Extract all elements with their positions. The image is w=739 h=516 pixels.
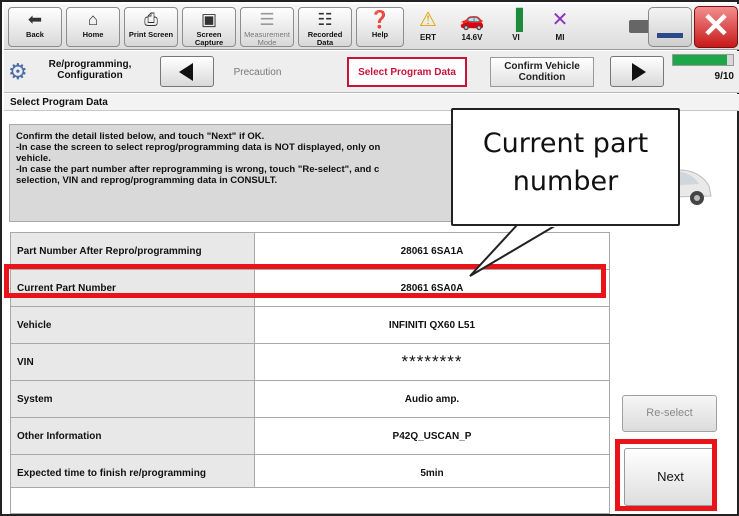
reselect-button[interactable]: Re-select bbox=[622, 395, 717, 432]
table-row: System Audio amp. bbox=[10, 380, 610, 418]
ert-label: ERT bbox=[420, 33, 436, 42]
row-label: Vehicle bbox=[10, 306, 255, 344]
row-label: System bbox=[10, 380, 255, 418]
triangle-left-icon bbox=[179, 63, 193, 81]
print-screen-button[interactable]: ⎙ Print Screen bbox=[124, 7, 178, 47]
minimize-icon bbox=[657, 33, 683, 38]
table-row: Other Information P42Q_USCAN_P bbox=[10, 417, 610, 455]
table-row: Expected time to finish re/programming 5… bbox=[10, 454, 610, 492]
home-label: Home bbox=[82, 30, 104, 39]
signal-icon: ▐ bbox=[508, 9, 524, 31]
printer-icon: ⎙ bbox=[144, 10, 158, 29]
close-icon: ✕ bbox=[701, 7, 731, 45]
row-label: Other Information bbox=[10, 417, 255, 455]
callout-line: Current part bbox=[482, 128, 649, 159]
measurement-icon: ☰ bbox=[259, 10, 275, 29]
step-confirm-vehicle-condition[interactable]: Confirm Vehicle Condition bbox=[490, 57, 594, 87]
back-arrow-icon: ⬅ bbox=[27, 10, 43, 29]
next-button-highlight bbox=[615, 439, 717, 511]
row-value: ******** bbox=[254, 343, 610, 381]
help-icon: ❓ bbox=[369, 10, 391, 29]
vehicle-battery-status: 🚗 14.6V bbox=[452, 7, 492, 47]
vi-status: ▐ VI bbox=[496, 7, 536, 47]
row-value: Audio amp. bbox=[254, 380, 610, 418]
minimize-button[interactable] bbox=[648, 7, 692, 47]
mi-status: ✕ MI bbox=[540, 7, 580, 47]
screen-capture-label: Screen Capture bbox=[194, 30, 224, 47]
next-step-button[interactable] bbox=[610, 56, 664, 87]
table-row: Vehicle INFINITI QX60 L51 bbox=[10, 306, 610, 344]
warning-icon: ⚠ bbox=[419, 9, 437, 31]
recorded-data-button[interactable]: ☷ Recorded Data bbox=[298, 7, 352, 47]
top-toolbar: ⬅ Back ⌂ Home ⎙ Print Screen ▣ Screen Ca… bbox=[4, 4, 739, 50]
configuration-icon: ⚙ bbox=[8, 59, 28, 84]
step-select-program-data[interactable]: Select Program Data bbox=[347, 57, 467, 87]
screen-capture-button[interactable]: ▣ Screen Capture bbox=[182, 7, 236, 47]
step-precaution[interactable]: Precaution bbox=[210, 57, 305, 87]
x-mark-icon: ✕ bbox=[551, 9, 569, 31]
home-icon: ⌂ bbox=[87, 10, 99, 29]
blank-message-area bbox=[10, 487, 610, 514]
row-value: INFINITI QX60 L51 bbox=[254, 306, 610, 344]
mode-label: Re/programming, Configuration bbox=[48, 59, 132, 81]
help-button[interactable]: ❓ Help bbox=[356, 7, 404, 47]
callout-text: Current part number bbox=[453, 125, 678, 201]
row-label: VIN bbox=[10, 343, 255, 381]
row-label: Expected time to finish re/programming bbox=[10, 454, 255, 492]
row-value: P42Q_USCAN_P bbox=[254, 417, 610, 455]
table-row: VIN ******** bbox=[10, 343, 610, 381]
home-button[interactable]: ⌂ Home bbox=[66, 7, 120, 47]
current-part-number-highlight bbox=[4, 264, 606, 298]
close-button[interactable]: ✕ bbox=[694, 6, 738, 48]
voltage-label: 14.6V bbox=[461, 33, 483, 42]
recorded-data-icon: ☷ bbox=[317, 10, 333, 29]
callout-line: number bbox=[512, 166, 619, 197]
mi-label: MI bbox=[555, 33, 565, 42]
step-progress-fill bbox=[673, 55, 727, 65]
step-navigation: ⚙ Re/programming, Configuration Precauti… bbox=[4, 51, 739, 93]
triangle-right-icon bbox=[632, 63, 646, 81]
back-button[interactable]: ⬅ Back bbox=[8, 7, 62, 47]
help-label: Help bbox=[371, 30, 389, 39]
recorded-data-label: Recorded Data bbox=[307, 30, 343, 47]
measurement-mode-button[interactable]: ☰ Measurement Mode bbox=[240, 7, 294, 47]
step-counter: 9/10 bbox=[714, 71, 734, 82]
row-value: 5min bbox=[254, 454, 610, 492]
previous-step-button[interactable] bbox=[160, 56, 214, 87]
back-label: Back bbox=[26, 30, 44, 39]
measurement-mode-label: Measurement Mode bbox=[244, 30, 290, 47]
step-progress-bar bbox=[672, 54, 734, 66]
camera-icon: ▣ bbox=[200, 10, 218, 29]
print-screen-label: Print Screen bbox=[128, 30, 174, 39]
vi-label: VI bbox=[512, 33, 520, 42]
ert-status[interactable]: ⚠ ERT bbox=[408, 7, 448, 47]
car-icon: 🚗 bbox=[459, 9, 485, 31]
